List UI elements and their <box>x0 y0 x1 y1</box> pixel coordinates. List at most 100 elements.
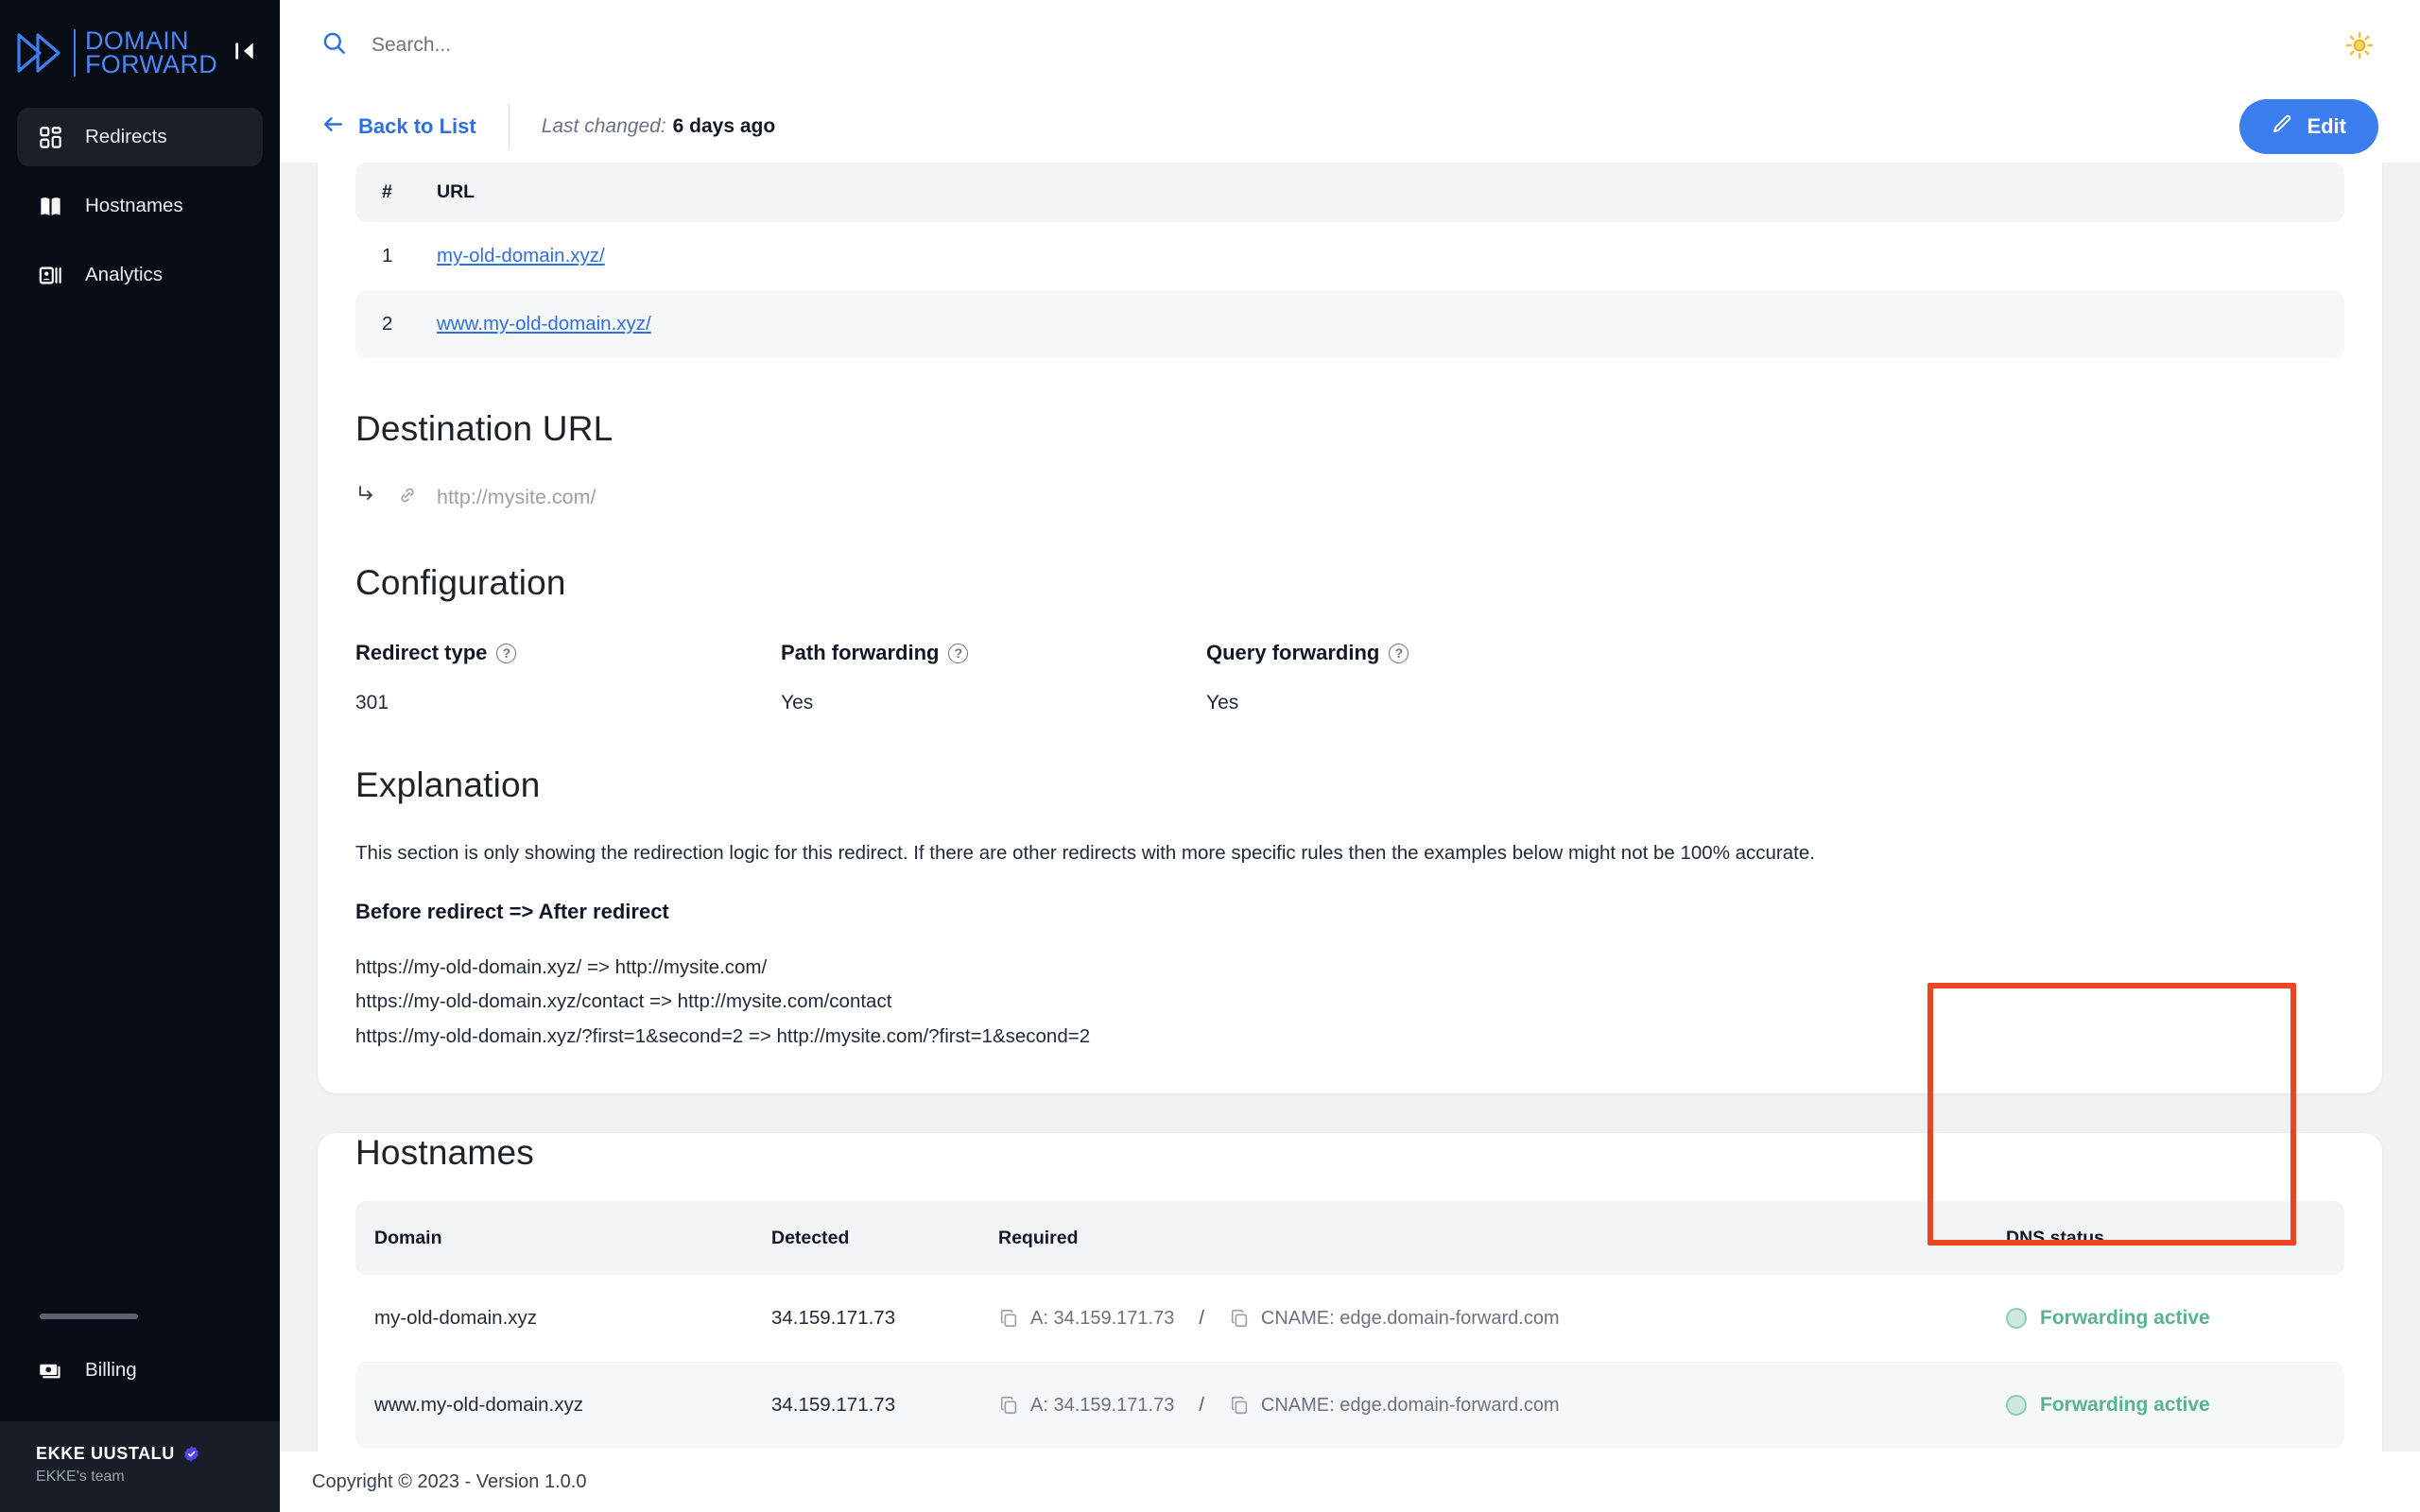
footer: Copyright © 2023 - Version 1.0.0 <box>280 1452 2420 1512</box>
user-name: EKKE UUSTALU <box>36 1444 175 1464</box>
copy-icon <box>1229 1308 1250 1329</box>
hostnames-card: Hostnames Domain Detected Required DNS s… <box>318 1133 2382 1500</box>
pencil-icon <box>2272 113 2293 141</box>
config-field-path-forwarding: Path forwarding ? Yes <box>781 641 1206 714</box>
hostname-domain: my-old-domain.xyz <box>355 1275 771 1362</box>
topbar <box>280 0 2420 91</box>
hostnames-inner: Hostnames Domain Detected Required DNS s… <box>318 1133 2382 1449</box>
destination-url-row: http://mysite.com/ <box>355 483 2344 512</box>
last-changed-value: 6 days ago <box>673 115 776 137</box>
copy-icon <box>1229 1395 1250 1416</box>
configuration-grid: Redirect type ? 301 Path forwarding ? Ye… <box>355 641 2344 714</box>
theme-toggle-sun-icon[interactable] <box>2341 26 2378 64</box>
brand[interactable]: DOMAINFORWARD <box>0 0 280 81</box>
table-row: 2 www.my-old-domain.xyz/ <box>355 290 2344 358</box>
status-badge: Forwarding active <box>1962 1394 2344 1417</box>
explanation-paragraph: This section is only showing the redirec… <box>355 839 2344 868</box>
destination-url-heading: Destination URL <box>355 409 2344 449</box>
status-badge: Forwarding active <box>1962 1307 2344 1330</box>
copyright-text: Copyright © 2023 - Version 1.0.0 <box>312 1471 586 1493</box>
hostnames-table: Domain Detected Required DNS status my-o… <box>355 1201 2344 1449</box>
question-icon[interactable]: ? <box>496 644 516 663</box>
sidebar-item-label: Analytics <box>85 264 163 286</box>
urls-table-body: 1 my-old-domain.xyz/ 2 www.my-old-domain… <box>355 222 2344 358</box>
edit-button[interactable]: Edit <box>2239 99 2378 154</box>
hostname-dns-status: Forwarding active <box>1962 1362 2344 1449</box>
copy-cname-record-button[interactable]: CNAME: edge.domain-forward.com <box>1229 1395 1560 1417</box>
brand-name: DOMAINFORWARD <box>74 29 217 77</box>
record-separator: / <box>1199 1308 1204 1330</box>
sidebar-item-label: Redirects <box>85 126 167 148</box>
back-to-list-label: Back to List <box>358 114 476 139</box>
copy-icon <box>998 1308 1019 1329</box>
link-icon <box>397 485 418 511</box>
corner-down-right-icon <box>355 483 378 512</box>
copy-cname-record-button[interactable]: CNAME: edge.domain-forward.com <box>1229 1308 1560 1330</box>
edit-button-label: Edit <box>2307 114 2346 139</box>
sidebar-nav: Redirects Hostnames <box>0 108 280 304</box>
book-icon <box>36 192 64 220</box>
url-row-url-cell: www.my-old-domain.xyz/ <box>437 290 2344 358</box>
question-icon[interactable]: ? <box>1389 644 1409 663</box>
hostname-domain: www.my-old-domain.xyz <box>355 1362 771 1449</box>
main-area: my-old-domain.xyz → mysite.com Redirect … <box>280 0 2420 1512</box>
content-scroll-area[interactable]: # URL 1 my-old-domain.xyz/ <box>280 163 2420 1452</box>
billing-icon <box>36 1356 64 1384</box>
hostname-required: A: 34.159.171.73 / <box>998 1275 1962 1362</box>
config-field-header: Path forwarding ? <box>781 641 1206 665</box>
sidebar-item-analytics[interactable]: Analytics <box>17 246 263 304</box>
copy-a-record-button[interactable]: A: 34.159.171.73 <box>998 1395 1174 1417</box>
domain-forward-logo-icon <box>13 31 72 75</box>
last-changed-label: Last changed: <box>542 115 666 137</box>
table-row: my-old-domain.xyz 34.159.171.73 <box>355 1275 2344 1362</box>
search-input[interactable] <box>372 34 769 57</box>
cname-record-value: CNAME: edge.domain-forward.com <box>1261 1308 1560 1330</box>
sidebar: DOMAINFORWARD Redirects <box>0 0 280 1512</box>
arrow-left-icon <box>321 112 345 142</box>
url-row-url-cell: my-old-domain.xyz/ <box>437 222 2344 290</box>
hostnames-col-domain: Domain <box>355 1201 771 1275</box>
config-label: Query forwarding <box>1206 641 1379 665</box>
urls-col-index: # <box>355 163 437 222</box>
copy-icon <box>998 1395 1019 1416</box>
config-value: Yes <box>781 692 1206 714</box>
explanation-example: https://my-old-domain.xyz/contact => htt… <box>355 985 2344 1019</box>
sidebar-item-billing[interactable]: Billing <box>0 1344 280 1397</box>
grid-icon <box>36 123 64 151</box>
sidebar-item-redirects[interactable]: Redirects <box>17 108 263 166</box>
hostname-required: A: 34.159.171.73 / <box>998 1362 1962 1449</box>
required-records: A: 34.159.171.73 / <box>998 1308 1962 1330</box>
hostnames-heading: Hostnames <box>355 1133 2344 1173</box>
explanation-example: https://my-old-domain.xyz/ => http://mys… <box>355 951 2344 985</box>
url-row-index: 1 <box>355 222 437 290</box>
status-label: Forwarding active <box>2040 1394 2210 1417</box>
url-link[interactable]: my-old-domain.xyz/ <box>437 245 605 266</box>
destination-url-value[interactable]: http://mysite.com/ <box>437 486 596 509</box>
cname-record-value: CNAME: edge.domain-forward.com <box>1261 1395 1560 1417</box>
copy-a-record-button[interactable]: A: 34.159.171.73 <box>998 1308 1174 1330</box>
question-icon[interactable]: ? <box>948 644 968 663</box>
explanation-example: https://my-old-domain.xyz/?first=1&secon… <box>355 1020 2344 1054</box>
config-field-header: Redirect type ? <box>355 641 781 665</box>
brand-line-2: FORWARD <box>85 50 217 78</box>
url-link[interactable]: www.my-old-domain.xyz/ <box>437 313 651 335</box>
urls-table-header-row: # URL <box>355 163 2344 222</box>
sidebar-item-hostnames[interactable]: Hostnames <box>17 177 263 235</box>
search-bar[interactable] <box>321 30 2341 60</box>
table-row: 1 my-old-domain.xyz/ <box>355 222 2344 290</box>
back-to-list-button[interactable]: Back to List <box>321 112 476 142</box>
configuration-heading: Configuration <box>355 563 2344 603</box>
urls-col-url: URL <box>437 163 2344 222</box>
urls-table: # URL 1 my-old-domain.xyz/ <box>355 163 2344 358</box>
hostnames-table-head: Domain Detected Required DNS status <box>355 1201 2344 1275</box>
hostnames-table-body: my-old-domain.xyz 34.159.171.73 <box>355 1275 2344 1449</box>
status-dot-icon <box>2006 1308 2027 1329</box>
redirect-detail-card: # URL 1 my-old-domain.xyz/ <box>318 163 2382 1093</box>
config-label: Redirect type <box>355 641 487 665</box>
verified-badge-icon <box>182 1445 200 1463</box>
required-records: A: 34.159.171.73 / <box>998 1395 1962 1417</box>
user-profile[interactable]: EKKE UUSTALU EKKE's team <box>0 1421 280 1512</box>
url-row-index: 2 <box>355 290 437 358</box>
explanation-examples: https://my-old-domain.xyz/ => http://mys… <box>355 951 2344 1054</box>
collapse-sidebar-icon[interactable] <box>233 39 257 63</box>
